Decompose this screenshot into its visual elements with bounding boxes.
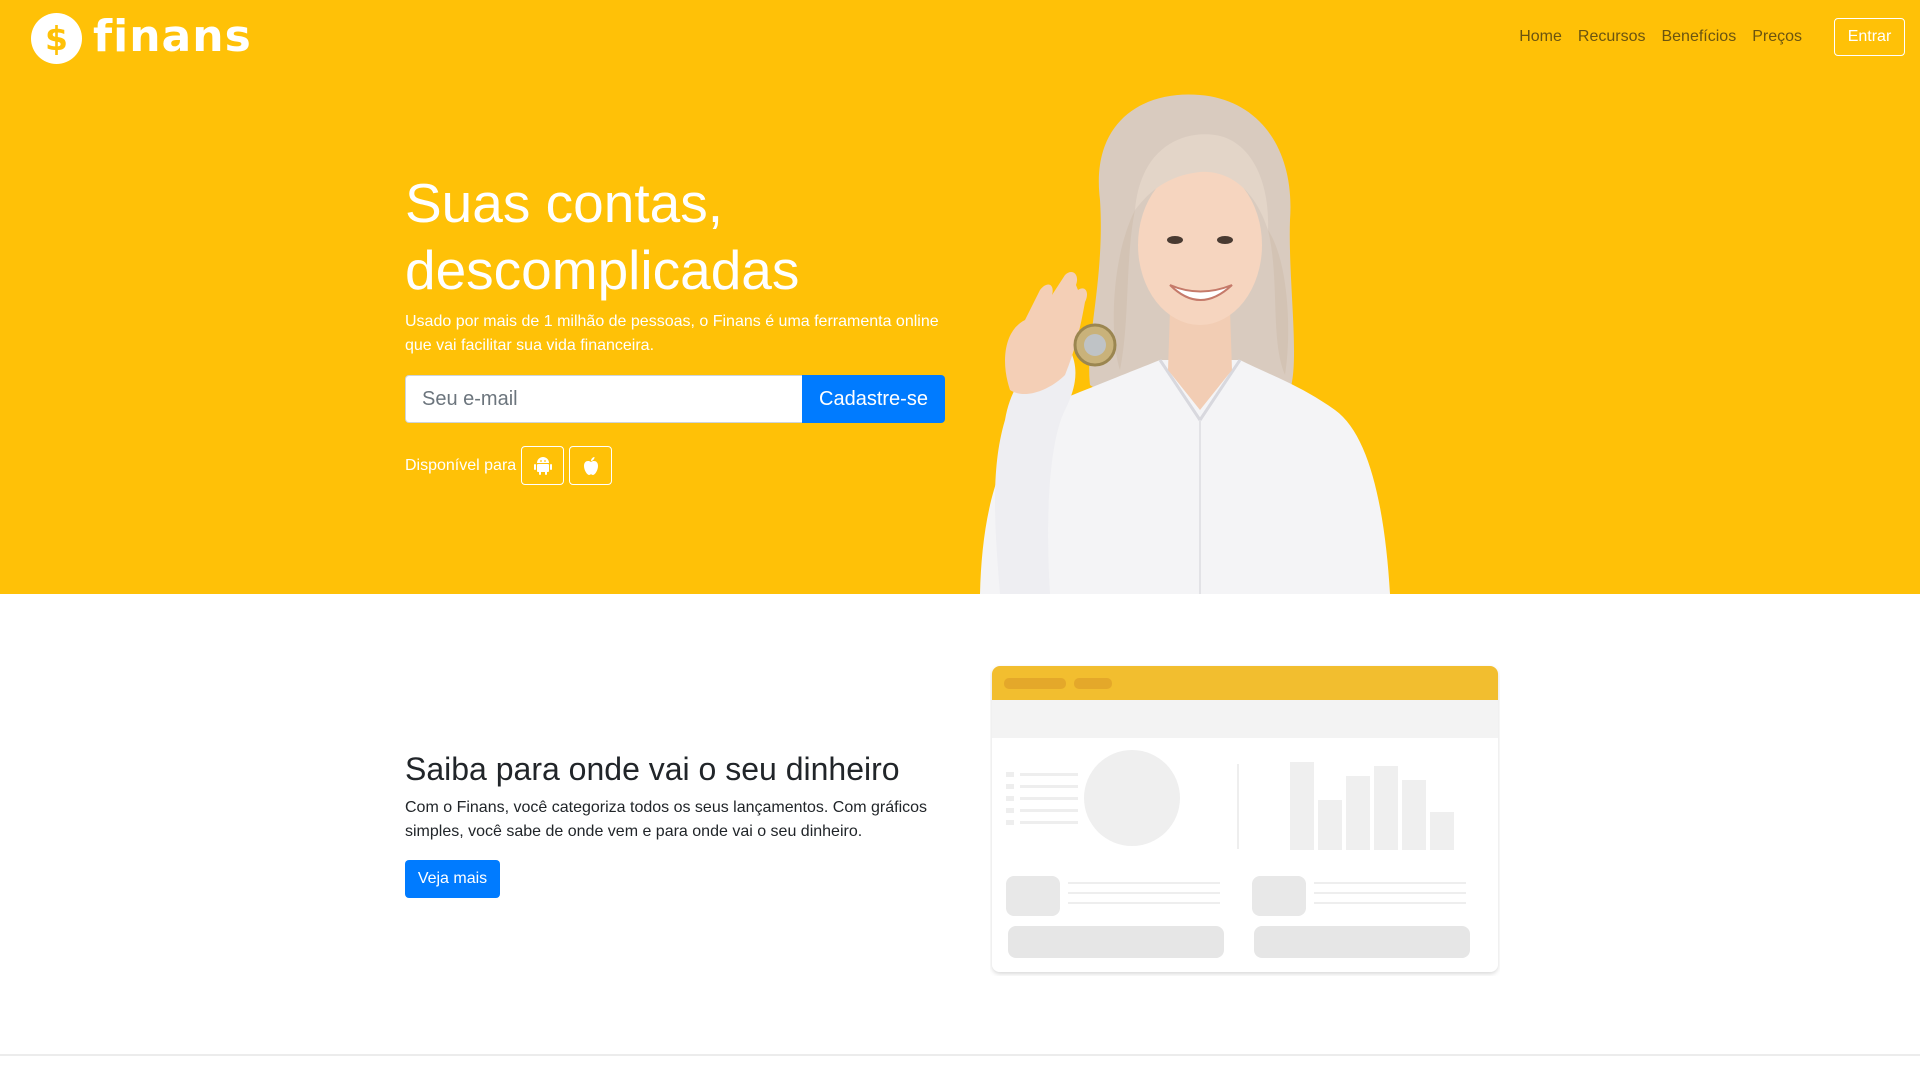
see-more-button[interactable]: Veja mais <box>405 860 500 898</box>
dollar-icon: $ <box>31 13 82 64</box>
features-section: Saiba para onde vai o seu dinheiro Com o… <box>0 594 1920 1054</box>
android-icon <box>533 456 552 475</box>
nav-link-precos[interactable]: Preços <box>1752 27 1802 47</box>
available-platforms: Disponível para <box>405 446 617 485</box>
android-button[interactable] <box>521 446 565 485</box>
hero-subtitle: Usado por mais de 1 milhão de pessoas, o… <box>405 313 939 354</box>
dashboard-illustration <box>992 666 1498 972</box>
email-input[interactable] <box>405 375 802 423</box>
login-button[interactable]: Entrar <box>1834 18 1905 56</box>
feature-title: Saiba para onde vai o seu dinheiro <box>405 751 900 787</box>
nav-link-beneficios[interactable]: Benefícios <box>1661 27 1736 47</box>
signup-button[interactable]: Cadastre-se <box>802 375 945 423</box>
brand-name: finans <box>93 10 252 62</box>
available-label: Disponível para <box>405 456 517 474</box>
apple-icon <box>583 456 598 475</box>
main-nav: Home Recursos Benefícios Preços <box>1503 27 1802 47</box>
hero-section: $ finans Home Recursos Benefícios Preços… <box>0 0 1920 594</box>
feature-text: Com o Finans, você categoriza todos os s… <box>405 799 928 840</box>
section-divider <box>0 1054 1920 1056</box>
apple-button[interactable] <box>569 446 613 485</box>
brand-logo[interactable]: $ finans <box>31 13 252 64</box>
hero-title: Suas contas, descomplicadas <box>405 172 800 301</box>
signup-form: Cadastre-se <box>405 375 945 423</box>
nav-link-home[interactable]: Home <box>1519 27 1562 47</box>
nav-link-recursos[interactable]: Recursos <box>1578 27 1646 47</box>
hero-person-image <box>980 94 1390 594</box>
